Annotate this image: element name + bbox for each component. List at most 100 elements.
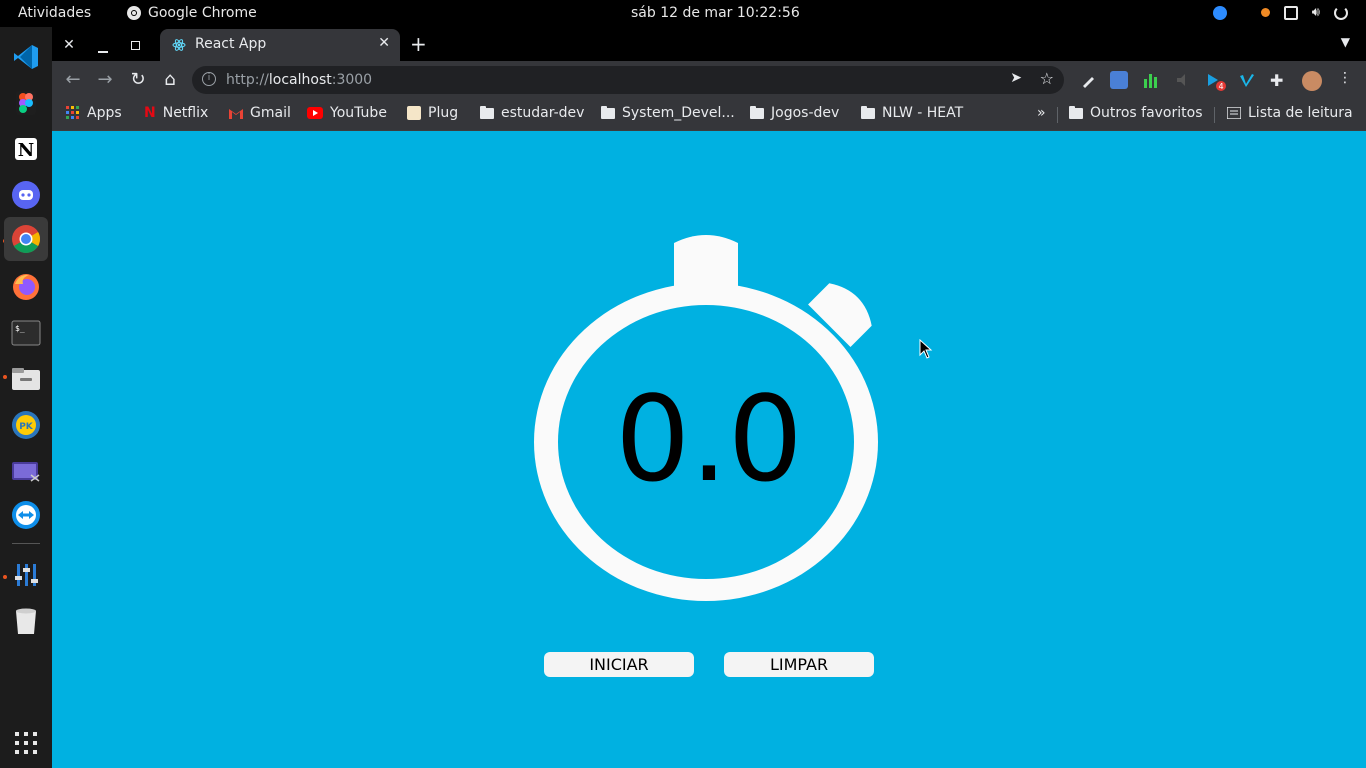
bookmark-netflix[interactable]: N Netflix: [144, 105, 208, 121]
reading-list-button[interactable]: Lista de leitura: [1227, 105, 1353, 121]
bookmarks-separator: [1057, 107, 1058, 123]
address-bar[interactable]: i http://localhost:3000 ➤ ☆: [192, 66, 1064, 94]
screenshot-icon[interactable]: [10, 455, 42, 487]
site-info-icon[interactable]: i: [202, 72, 216, 86]
window-restore-icon[interactable]: [126, 36, 144, 54]
bookmark-label: Apps: [87, 105, 122, 121]
folder-icon: [480, 105, 494, 119]
url-port: :3000: [331, 72, 373, 88]
home-icon[interactable]: ⌂: [159, 69, 181, 90]
app-menu[interactable]: Google Chrome: [126, 5, 257, 21]
browser-menu-icon[interactable]: ⋮: [1338, 70, 1356, 88]
bookmark-label: System_Devel...: [622, 105, 735, 121]
netflix-icon: N: [144, 105, 156, 121]
chrome-small-icon: [127, 6, 141, 20]
send-to-devices-icon[interactable]: ➤: [1010, 70, 1022, 86]
mouse-cursor-icon: [919, 339, 933, 359]
extensions-puzzle-icon[interactable]: ✚: [1270, 71, 1288, 90]
url-scheme: http://: [226, 72, 269, 88]
bookmark-label: NLW - HEAT: [882, 105, 964, 121]
dock-separator: [12, 543, 40, 544]
bookmark-star-icon[interactable]: ☆: [1040, 69, 1054, 88]
extension-badge: 4: [1218, 82, 1223, 91]
vimeo-extension-icon[interactable]: [1238, 71, 1256, 89]
system-tray[interactable]: 🔊︎: [1212, 5, 1348, 20]
teamviewer-icon[interactable]: [10, 499, 42, 531]
folder-icon: [861, 105, 875, 119]
forward-icon[interactable]: →: [94, 69, 116, 90]
activities-button[interactable]: Atividades: [18, 5, 91, 21]
react-favicon-icon: [172, 39, 186, 51]
apps-grid-icon: [66, 106, 79, 119]
notification-dot-icon[interactable]: [1260, 8, 1270, 17]
translate-extension-icon[interactable]: [1110, 71, 1128, 89]
folder-icon: [750, 105, 764, 119]
bookmark-folder-nlw-heat[interactable]: NLW - HEAT: [861, 105, 963, 121]
running-indicator: [3, 575, 7, 579]
pokemon-icon[interactable]: PK: [10, 409, 42, 441]
tab-strip: ✕ React App ✕ + ▼: [52, 27, 1366, 61]
bookmark-apps[interactable]: Apps: [66, 105, 122, 121]
mute-extension-icon[interactable]: [1174, 71, 1192, 89]
equalizer-icon[interactable]: [10, 559, 42, 591]
vscode-icon[interactable]: [10, 41, 42, 73]
timer-display: 0.0: [615, 370, 803, 508]
app-menu-label: Google Chrome: [148, 5, 257, 21]
plug-icon: [407, 106, 421, 120]
window-minimize-icon[interactable]: [94, 39, 112, 57]
bookmark-label: Lista de leitura: [1248, 105, 1353, 121]
bookmark-folder-estudar-dev[interactable]: estudar-dev: [480, 105, 584, 121]
clock[interactable]: sáb 12 de mar 10:22:56: [631, 5, 800, 21]
bookmark-gmail[interactable]: Gmail: [229, 105, 291, 121]
bookmark-label: Gmail: [250, 105, 291, 121]
back-icon[interactable]: ←: [62, 69, 84, 90]
volume-icon[interactable]: 🔊︎: [1312, 5, 1320, 20]
url-text[interactable]: http://localhost:3000: [226, 72, 372, 88]
discord-icon[interactable]: [10, 179, 42, 211]
bookmark-label: Netflix: [162, 105, 209, 121]
start-button[interactable]: INICIAR: [544, 652, 694, 677]
bookmark-label: Jogos-dev: [771, 105, 840, 121]
files-icon[interactable]: [10, 363, 42, 395]
tab-react-app[interactable]: React App ✕: [160, 29, 400, 61]
app-grid-icon[interactable]: [10, 727, 42, 759]
trash-icon[interactable]: [10, 605, 42, 637]
firefox-icon[interactable]: [10, 271, 42, 303]
tab-search-chevron-icon[interactable]: ▼: [1341, 35, 1350, 49]
tab-title: React App: [195, 36, 267, 52]
stats-extension-icon[interactable]: [1142, 71, 1160, 89]
page-viewport: 0.0 INICIAR LIMPAR: [52, 131, 1366, 768]
bookmark-folder-jogos-dev[interactable]: Jogos-dev: [750, 105, 839, 121]
power-icon[interactable]: [1334, 5, 1348, 20]
bookmark-youtube[interactable]: YouTube: [307, 105, 387, 121]
bookmark-folder-system-devel[interactable]: System_Devel...: [601, 105, 735, 121]
browser-window: ✕ React App ✕ + ▼ ← → ↻ ⌂ i http://local…: [52, 27, 1366, 131]
browser-toolbar: ← → ↻ ⌂ i http://localhost:3000 ➤ ☆ 4 ✚ …: [52, 61, 1366, 99]
figma-icon[interactable]: [10, 87, 42, 119]
dock: N $_ PK: [0, 27, 52, 768]
bookmark-plug[interactable]: Plug: [407, 105, 458, 121]
window-icon[interactable]: [1283, 5, 1298, 20]
chrome-icon[interactable]: [4, 217, 48, 261]
reload-icon[interactable]: ↻: [127, 69, 149, 90]
bookmark-label: Outros favoritos: [1090, 105, 1203, 121]
folder-icon: [1069, 105, 1083, 119]
teamviewer-tray-icon[interactable]: [1212, 5, 1227, 20]
bookmark-other-favorites[interactable]: Outros favoritos: [1069, 105, 1203, 121]
new-tab-icon[interactable]: +: [410, 32, 427, 56]
media-extension-icon[interactable]: 4: [1206, 71, 1226, 91]
reading-list-icon: [1227, 107, 1241, 119]
system-top-bar: Atividades Google Chrome sáb 12 de mar 1…: [0, 0, 1366, 27]
notion-icon[interactable]: N: [10, 133, 42, 165]
bookmarks-overflow-icon[interactable]: »: [1037, 105, 1046, 121]
bookmark-label: YouTube: [330, 105, 387, 121]
clear-button[interactable]: LIMPAR: [724, 652, 874, 677]
window-close-icon[interactable]: ✕: [60, 36, 78, 54]
terminal-icon[interactable]: $_: [10, 317, 42, 349]
bookmarks-separator: [1214, 107, 1215, 123]
gmail-icon: [229, 108, 243, 119]
tab-close-icon[interactable]: ✕: [378, 35, 390, 51]
svg-text:N: N: [18, 140, 34, 161]
profile-avatar[interactable]: [1302, 71, 1322, 91]
pen-extension-icon[interactable]: [1080, 71, 1098, 89]
